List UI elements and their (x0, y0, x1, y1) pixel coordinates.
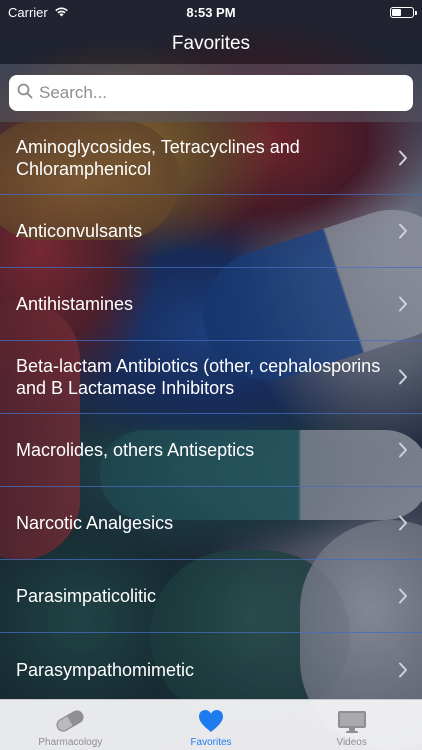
status-left: Carrier (8, 5, 69, 20)
carrier-label: Carrier (8, 4, 48, 20)
list-item[interactable]: Parasimpaticolitic (0, 560, 422, 633)
navigation-bar: Favorites (0, 24, 422, 64)
list-item[interactable]: Anticonvulsants (0, 195, 422, 268)
search-bar (0, 64, 422, 122)
list-item-label: Anticonvulsants (16, 221, 143, 241)
tab-videos[interactable]: Videos (281, 700, 422, 750)
page-title: Favorites (171, 33, 251, 54)
search-icon (17, 83, 33, 104)
chevron-right-icon (399, 150, 407, 166)
list-item-label: Parasympathomimetic (16, 659, 195, 680)
list-item[interactable]: Macrolides, others Antiseptics (0, 414, 422, 487)
tab-label: Pharmacology (38, 737, 103, 748)
list-item-label: Beta-lactam Antibiotics (other, cephalos… (16, 356, 381, 398)
search-box[interactable] (9, 75, 413, 111)
chevron-right-icon (399, 588, 407, 604)
tab-bar: Pharmacology Favorites Videos (0, 699, 422, 750)
tab-favorites[interactable]: Favorites (141, 700, 282, 750)
chevron-right-icon (399, 223, 407, 239)
battery-icon (390, 6, 417, 18)
battery-level (392, 8, 401, 16)
wifi-icon (54, 5, 69, 20)
chevron-right-icon (399, 662, 407, 677)
chevron-right-icon (399, 442, 407, 458)
tab-pharmacology[interactable]: Pharmacology (0, 700, 141, 750)
tab-label: Favorites (190, 737, 232, 748)
search-input[interactable] (39, 83, 405, 103)
pill-icon (56, 710, 84, 732)
list-item[interactable]: Antihistamines (0, 268, 422, 341)
chevron-right-icon (399, 296, 407, 312)
tab-label: Videos (336, 737, 367, 748)
heart-icon (199, 710, 223, 732)
list-item[interactable]: Narcotic Analgesics (0, 487, 422, 560)
list-item-label: Narcotic Analgesics (16, 513, 174, 533)
list-item[interactable]: Aminoglycosides, Tetracyclines and Chlor… (0, 122, 422, 195)
list-item-label: Aminoglycosides, Tetracyclines and Chlor… (16, 137, 300, 179)
list-item-label: Macrolides, others Antiseptics (16, 440, 255, 460)
list-item-label: Parasimpaticolitic (16, 586, 157, 606)
monitor-icon (337, 711, 366, 733)
favorites-list: Aminoglycosides, Tetracyclines and Chlor… (0, 122, 422, 706)
list-item-label: Antihistamines (16, 294, 134, 314)
chevron-right-icon (399, 369, 407, 385)
list-item[interactable]: Parasympathomimetic (0, 633, 422, 706)
chevron-right-icon (399, 515, 407, 531)
list-item[interactable]: Beta-lactam Antibiotics (other, cephalos… (0, 341, 422, 414)
status-bar: Carrier 8:53 PM (0, 0, 422, 24)
